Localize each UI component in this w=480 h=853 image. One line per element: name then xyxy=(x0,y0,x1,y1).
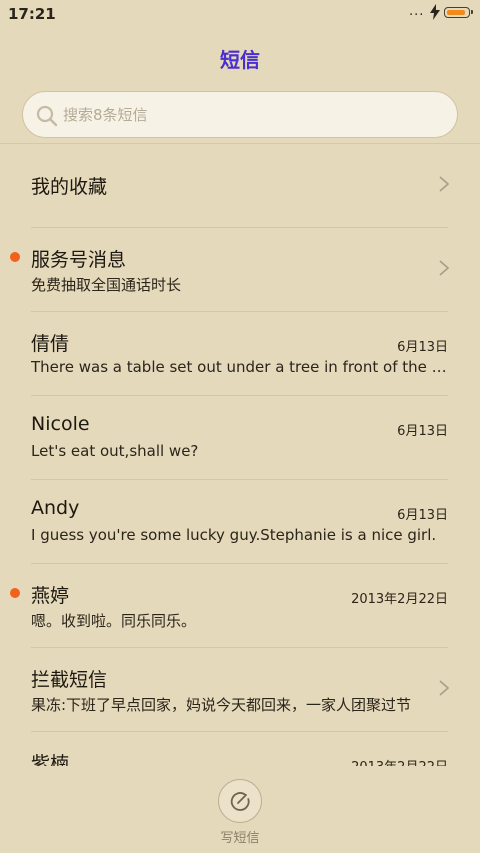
thread-date: 6月13日 xyxy=(397,424,448,439)
thread-preview: 嗯。收到啦。同乐同乐。 xyxy=(31,612,197,630)
list-item-thread[interactable]: 紫楠 2013年2月22日 xyxy=(0,732,480,766)
conversation-list[interactable]: 我的收藏 服务号消息 免费抽取全国通话时长 倩倩 6月13日 There was… xyxy=(0,144,480,766)
thread-preview: 免费抽取全国通话时长 xyxy=(31,276,182,294)
battery-level xyxy=(446,9,465,15)
status-more-indicator: ... xyxy=(409,4,425,19)
thread-date: 2013年2月22日 xyxy=(351,756,448,766)
thread-name: 拦截短信 xyxy=(31,669,108,691)
thread-preview: Let's eat out,shall we? xyxy=(31,442,199,460)
search-bar[interactable] xyxy=(22,91,458,138)
thread-preview: I guess you're some lucky guy.Stephanie … xyxy=(31,526,437,544)
battery-icon xyxy=(444,7,473,18)
list-item-service-messages[interactable]: 服务号消息 免费抽取全国通话时长 xyxy=(0,228,480,312)
thread-date: 6月13日 xyxy=(397,340,448,355)
list-item-thread[interactable]: 燕婷 2013年2月22日 嗯。收到啦。同乐同乐。 xyxy=(0,564,480,648)
list-item-blocked-messages[interactable]: 拦截短信 果冻:下班了早点回家，妈说今天都回来，一家人团聚过节 xyxy=(0,648,480,732)
thread-name: 倩倩 xyxy=(31,333,70,355)
thread-date: 2013年2月22日 xyxy=(351,592,448,607)
unread-dot xyxy=(10,252,20,262)
list-item-favorites[interactable]: 我的收藏 xyxy=(0,144,480,228)
chevron-right-icon xyxy=(439,260,450,276)
thread-name: 燕婷 xyxy=(31,585,70,607)
chevron-right-icon xyxy=(439,680,450,696)
thread-date: 6月13日 xyxy=(397,508,448,523)
thread-name: Nicole xyxy=(31,413,90,435)
status-bar: 17:21 ... xyxy=(0,0,480,28)
status-time: 17:21 xyxy=(8,5,56,23)
list-item-thread[interactable]: Andy 6月13日 I guess you're some lucky guy… xyxy=(0,480,480,564)
thread-preview: 果冻:下班了早点回家，妈说今天都回来，一家人团聚过节 xyxy=(31,696,412,714)
compose-button[interactable] xyxy=(218,779,262,823)
unread-dot xyxy=(10,588,20,598)
page-title: 短信 xyxy=(220,48,260,72)
compose-label: 写短信 xyxy=(220,831,260,846)
thread-preview: There was a table set out under a tree i… xyxy=(31,358,447,376)
charging-icon xyxy=(430,4,440,24)
thread-name: 我的收藏 xyxy=(31,176,108,198)
compose-icon xyxy=(230,792,250,811)
list-item-thread[interactable]: Nicole 6月13日 Let's eat out,shall we? xyxy=(0,396,480,480)
chevron-right-icon xyxy=(439,176,450,192)
search-input[interactable] xyxy=(63,92,443,137)
thread-name: 服务号消息 xyxy=(31,249,127,271)
thread-name: Andy xyxy=(31,497,80,519)
search-icon xyxy=(36,105,58,127)
list-item-thread[interactable]: 倩倩 6月13日 There was a table set out under… xyxy=(0,312,480,396)
thread-name: 紫楠 xyxy=(31,753,70,766)
